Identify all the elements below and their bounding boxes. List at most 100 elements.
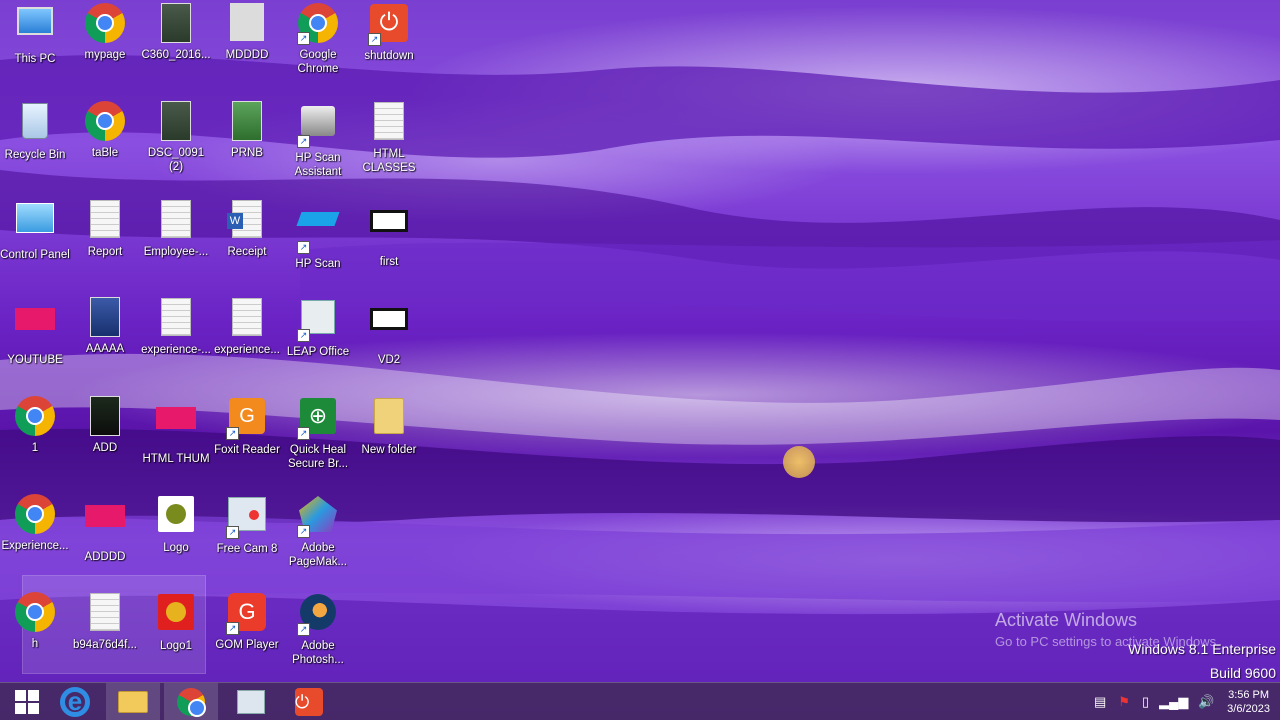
shortcut-arrow-icon: ↗	[226, 622, 239, 635]
desktop-icon[interactable]: ADD	[70, 395, 140, 455]
printer-icon	[301, 106, 335, 136]
desktop-icon[interactable]: Recycle Bin	[0, 100, 70, 162]
shortcut-arrow-icon: ↗	[297, 623, 310, 636]
desktop-icon-label: VD2	[377, 354, 401, 366]
desktop-icon[interactable]: ↗ HP Scan Assistant	[283, 100, 353, 179]
desktop-icon-label: MDDDD	[225, 49, 269, 61]
desktop-icon[interactable]: G ↗ Foxit Reader	[212, 395, 282, 457]
icon-glyph: ↗	[297, 594, 339, 636]
desktop-icon[interactable]: ADDDD	[70, 493, 140, 564]
photo-icon	[232, 101, 262, 141]
desktop-icon-label: experience...	[214, 344, 280, 356]
desktop-icon[interactable]: 1	[0, 395, 70, 455]
desktop-icon[interactable]: VD2	[354, 296, 424, 367]
desktop-icon[interactable]: experience...	[212, 296, 282, 357]
desktop-icon-label: Receipt	[227, 246, 267, 258]
shortcut-arrow-icon: ↗	[226, 526, 239, 539]
desktop-icon[interactable]: ↗ Adobe PageMak...	[283, 493, 353, 569]
desktop-icon[interactable]: YOUTUBE	[0, 296, 70, 367]
desktop-icon[interactable]: first	[354, 198, 424, 269]
desktop-icon[interactable]: This PC	[0, 2, 70, 66]
desktop-icon-label: AAAAA	[85, 343, 125, 355]
chrome-icon	[15, 396, 55, 436]
video-thumbnail-icon	[370, 308, 408, 330]
photo-icon	[230, 3, 264, 41]
desktop-icon[interactable]: New folder	[354, 395, 424, 457]
icon-glyph	[84, 396, 126, 438]
desktop-icon[interactable]: ⊕ ↗ Quick Heal Secure Br...	[283, 395, 353, 471]
scanner-icon	[296, 212, 340, 226]
desktop[interactable]: This PC mypage C360_2016... MDDDD ↗ Google Ch…	[0, 0, 1280, 720]
desktop-icon-label: YOUTUBE	[7, 354, 63, 366]
desktop-icon[interactable]: ↗ Google Chrome	[283, 2, 353, 76]
desktop-icon[interactable]: Logo	[141, 493, 211, 555]
start-button[interactable]	[0, 683, 54, 720]
desktop-icon[interactable]: ⏻ ↗ shutdown	[354, 2, 424, 63]
desktop-icon[interactable]: b94a76d4f...	[70, 591, 140, 652]
desktop-icon[interactable]: experience-...	[141, 296, 211, 357]
action-center-icon[interactable]: ▤	[1094, 694, 1106, 710]
chrome-icon	[85, 101, 125, 141]
desktop-icon-label: HTML CLASSES	[362, 148, 416, 174]
desktop-icon-label: ADDDD	[84, 551, 126, 563]
icon-glyph	[84, 3, 126, 45]
icon-glyph	[155, 200, 197, 242]
windows-edition: Windows 8.1 Enterprise	[1128, 641, 1276, 657]
desktop-icon-label: LEAP Office	[286, 346, 350, 358]
desktop-icon[interactable]: MDDDD	[212, 2, 282, 62]
desktop-icon[interactable]: Report	[70, 198, 140, 259]
desktop-icon[interactable]: Employee-...	[141, 198, 211, 259]
taskbar[interactable]: e ⏻ ▤ ⚑ ▯ ▂▄▆ 🔊 3:56 PM 3/6/2023	[0, 682, 1280, 720]
chrome-taskbar-button[interactable]	[164, 683, 218, 720]
chrome-icon	[15, 592, 55, 632]
desktop-icon[interactable]: ↗ Free Cam 8	[212, 493, 282, 556]
desktop-icon[interactable]: ↗ Adobe Photosh...	[283, 591, 353, 667]
desktop-icon-label: ADD	[92, 442, 118, 454]
desktop-icon[interactable]: Experience...	[0, 493, 70, 553]
desktop-icon[interactable]: G ↗ GOM Player	[212, 591, 282, 652]
document-icon	[232, 298, 262, 336]
desktop-icon-label: C360_2016...	[141, 49, 211, 61]
icon-glyph	[155, 3, 197, 45]
photo-icon	[90, 396, 120, 436]
flag-icon[interactable]: ⚑	[1118, 694, 1130, 710]
chrome-icon	[177, 688, 206, 717]
desktop-icon-label: 1	[31, 442, 39, 454]
clock-time: 3:56 PM	[1228, 689, 1270, 701]
battery-icon[interactable]: ▯	[1142, 694, 1149, 710]
desktop-icon[interactable]: AAAAA	[70, 296, 140, 356]
desktop-icon[interactable]: ↗ LEAP Office	[283, 296, 353, 359]
icon-glyph: ↗	[297, 3, 339, 45]
desktop-icon[interactable]: Control Panel	[0, 198, 70, 262]
icon-glyph: ⏻ ↗	[368, 4, 410, 46]
clock-date: 3/6/2023	[1227, 703, 1270, 715]
desktop-icon[interactable]: Logo1	[141, 591, 211, 653]
internet-explorer-icon: e	[60, 687, 90, 717]
shutdown-taskbar-button[interactable]: ⏻	[282, 683, 336, 720]
desktop-icon[interactable]: PRNB	[212, 100, 282, 160]
desktop-icon[interactable]: HTML THUM	[141, 395, 211, 466]
desktop-icon[interactable]: W Receipt	[212, 198, 282, 259]
internet-explorer-button[interactable]: e	[48, 683, 102, 720]
icon-glyph	[155, 496, 197, 538]
clock[interactable]: 3:56 PM 3/6/2023	[1227, 688, 1270, 716]
video-thumbnail-icon	[370, 210, 408, 232]
system-tray[interactable]: ▤ ⚑ ▯ ▂▄▆ 🔊	[1094, 683, 1215, 720]
desktop-icon[interactable]: DSC_0091 (2)	[141, 100, 211, 174]
mouse-cursor-highlight	[783, 446, 815, 478]
desktop-icon[interactable]: HTML CLASSES	[354, 100, 424, 175]
shortcut-arrow-icon: ↗	[368, 33, 381, 46]
free-cam-taskbar-button[interactable]	[224, 683, 278, 720]
volume-icon[interactable]: 🔊	[1198, 694, 1214, 710]
document-icon	[161, 298, 191, 336]
desktop-icon-label: Employee-...	[143, 246, 209, 258]
desktop-icon[interactable]: taBle	[70, 100, 140, 160]
desktop-icon[interactable]: ↗ HP Scan	[283, 198, 353, 271]
network-signal-icon[interactable]: ▂▄▆	[1159, 694, 1188, 710]
desktop-icon[interactable]: mypage	[70, 2, 140, 62]
recycle-bin-icon	[22, 103, 48, 139]
free-cam-icon	[237, 690, 265, 714]
desktop-icon[interactable]: C360_2016...	[141, 2, 211, 62]
file-explorer-button[interactable]	[106, 683, 160, 720]
desktop-icon[interactable]: h	[0, 591, 70, 651]
